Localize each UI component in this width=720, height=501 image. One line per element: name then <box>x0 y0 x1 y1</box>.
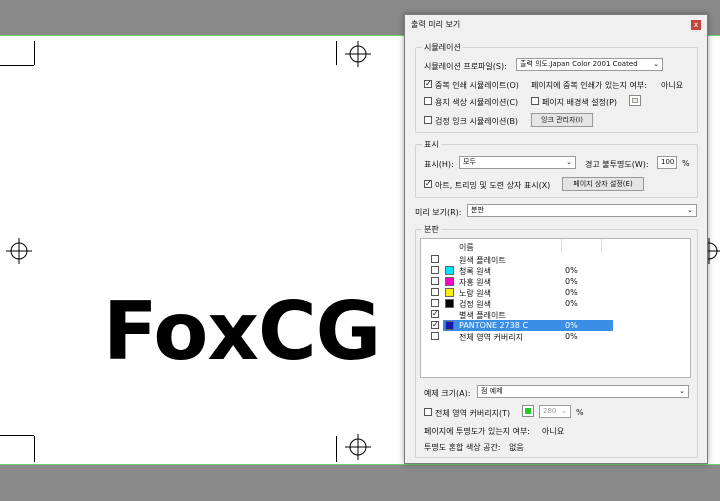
chevron-down-icon: ⌄ <box>687 206 693 214</box>
blend-space-value: 없음 <box>509 443 524 452</box>
column-divider <box>601 239 602 253</box>
art-trim-label: 아트, 트리밍 및 도련 상자 표시(X) <box>435 181 551 190</box>
preview-select-value: 분판 <box>471 206 484 214</box>
warning-opacity-percent: % <box>682 159 690 168</box>
crop-mark <box>34 436 35 462</box>
separations-group-label: 분판 <box>422 224 441 235</box>
total-coverage-value: 280 <box>543 407 557 415</box>
separation-visibility-checkbox[interactable]: ✓ <box>431 310 439 318</box>
crop-mark <box>0 65 34 66</box>
show-select[interactable]: 모두 ⌄ <box>459 156 576 169</box>
chevron-down-icon: ⌄ <box>679 387 685 395</box>
show-select-value: 모두 <box>463 158 476 166</box>
separation-visibility-checkbox[interactable] <box>431 255 439 263</box>
column-header-name: 이름 <box>459 243 474 252</box>
sample-size-label: 예제 크기(A): <box>424 389 471 398</box>
profile-label: 시뮬레이션 프로파일(S): <box>424 62 507 71</box>
art-trim-checkbox[interactable]: ✓ <box>424 180 432 188</box>
simulation-group-label: 시뮬레이션 <box>422 42 463 53</box>
warning-opacity-label: 경고 불투명도(W): <box>585 160 649 169</box>
separation-coverage: 0% <box>565 266 578 275</box>
crop-mark <box>336 436 337 462</box>
show-label: 표시(H): <box>424 160 454 169</box>
page-overprint-label: 페이지에 중복 인쇄가 있는지 여부: <box>531 81 647 90</box>
total-coverage-select[interactable]: 280 ⌄ <box>539 405 571 418</box>
separation-visibility-checkbox[interactable] <box>431 332 439 340</box>
chevron-down-icon: ⌄ <box>566 158 572 166</box>
page-box-button[interactable]: 페이지 상자 설정(E) <box>562 177 644 191</box>
warning-opacity-input[interactable]: 100 <box>657 156 677 169</box>
paper-color-label: 용지 색상 시뮬레이션(C) <box>435 98 519 107</box>
preview-label: 미리 보기(R): <box>415 208 462 217</box>
ink-swatch <box>445 321 454 330</box>
profile-select-value: 출력 의도:Japan Color 2001 Coated <box>520 60 638 68</box>
logo-text: FoxCG <box>103 285 381 378</box>
separation-name: PANTONE 2738 C <box>459 321 529 330</box>
output-preview-dialog: 출력 미리 보기 x 시뮬레이션 시뮬레이션 프로파일(S): 출력 의도:Ja… <box>404 14 708 464</box>
registration-mark-icon <box>345 41 371 67</box>
separation-coverage: 0% <box>565 332 578 341</box>
page-transparency-label: 페이지에 투명도가 있는지 여부: <box>424 427 531 436</box>
separation-coverage: 0% <box>565 288 578 297</box>
separation-visibility-checkbox[interactable] <box>431 288 439 296</box>
ink-swatch <box>445 266 454 275</box>
total-coverage-color-swatch[interactable] <box>522 405 534 417</box>
ink-swatch <box>445 288 454 297</box>
close-icon[interactable]: x <box>691 20 701 30</box>
page-overprint-value: 아니요 <box>661 81 684 90</box>
registration-mark-icon <box>345 434 371 460</box>
page-bg-label: 페이지 배경색 설정(P) <box>542 98 618 107</box>
separation-name: 전체 영역 커버리지 <box>459 333 523 342</box>
total-coverage-label: 전체 영역 커버리지(T) <box>435 409 511 418</box>
registration-mark-icon <box>6 238 32 264</box>
sample-size-select-value: 점 예제 <box>481 387 503 395</box>
dialog-titlebar[interactable]: 출력 미리 보기 x <box>405 15 707 33</box>
column-divider <box>561 239 562 253</box>
dialog-title: 출력 미리 보기 <box>411 20 461 29</box>
chevron-down-icon: ⌄ <box>653 60 659 68</box>
overprint-label: 중복 인쇄 시뮬레이트(O) <box>435 81 519 90</box>
page-bg-checkbox[interactable] <box>531 97 539 105</box>
sample-size-select[interactable]: 점 예제 ⌄ <box>477 385 689 398</box>
crop-mark <box>336 41 337 65</box>
separation-visibility-checkbox[interactable] <box>431 277 439 285</box>
blend-space-label: 투명도 혼합 색상 공간: <box>424 443 501 452</box>
ink-swatch <box>445 299 454 308</box>
total-coverage-checkbox[interactable] <box>424 408 432 416</box>
separation-visibility-checkbox[interactable] <box>431 266 439 274</box>
crop-mark <box>34 41 35 65</box>
chevron-down-icon: ⌄ <box>561 407 567 415</box>
page-transparency-value: 아니요 <box>542 427 565 436</box>
show-group-label: 표시 <box>422 139 441 150</box>
black-ink-label: 검정 잉크 시뮬레이션(B) <box>435 117 519 126</box>
separation-visibility-checkbox[interactable] <box>431 299 439 307</box>
page-bg-color-swatch[interactable] <box>629 95 641 106</box>
total-coverage-percent: % <box>576 408 584 417</box>
separation-visibility-checkbox[interactable]: ✓ <box>431 321 439 329</box>
overprint-checkbox[interactable]: ✓ <box>424 80 432 88</box>
separation-coverage: 0% <box>565 299 578 308</box>
black-ink-checkbox[interactable] <box>424 116 432 124</box>
ink-manager-button[interactable]: 잉크 관리자(I) <box>531 113 593 127</box>
separation-coverage: 0% <box>565 321 578 330</box>
separations-list[interactable]: 이름 원색 플레이트 청록 원색 0% 자홍 원색 0% 노랑 원색 0% 검정 원색 0% ✓ 별… <box>420 238 691 378</box>
ink-swatch <box>445 277 454 286</box>
separation-coverage: 0% <box>565 277 578 286</box>
crop-mark <box>0 435 34 436</box>
paper-color-checkbox[interactable] <box>424 97 432 105</box>
preview-select[interactable]: 분판 ⌄ <box>467 204 697 217</box>
profile-select[interactable]: 출력 의도:Japan Color 2001 Coated ⌄ <box>516 58 663 71</box>
